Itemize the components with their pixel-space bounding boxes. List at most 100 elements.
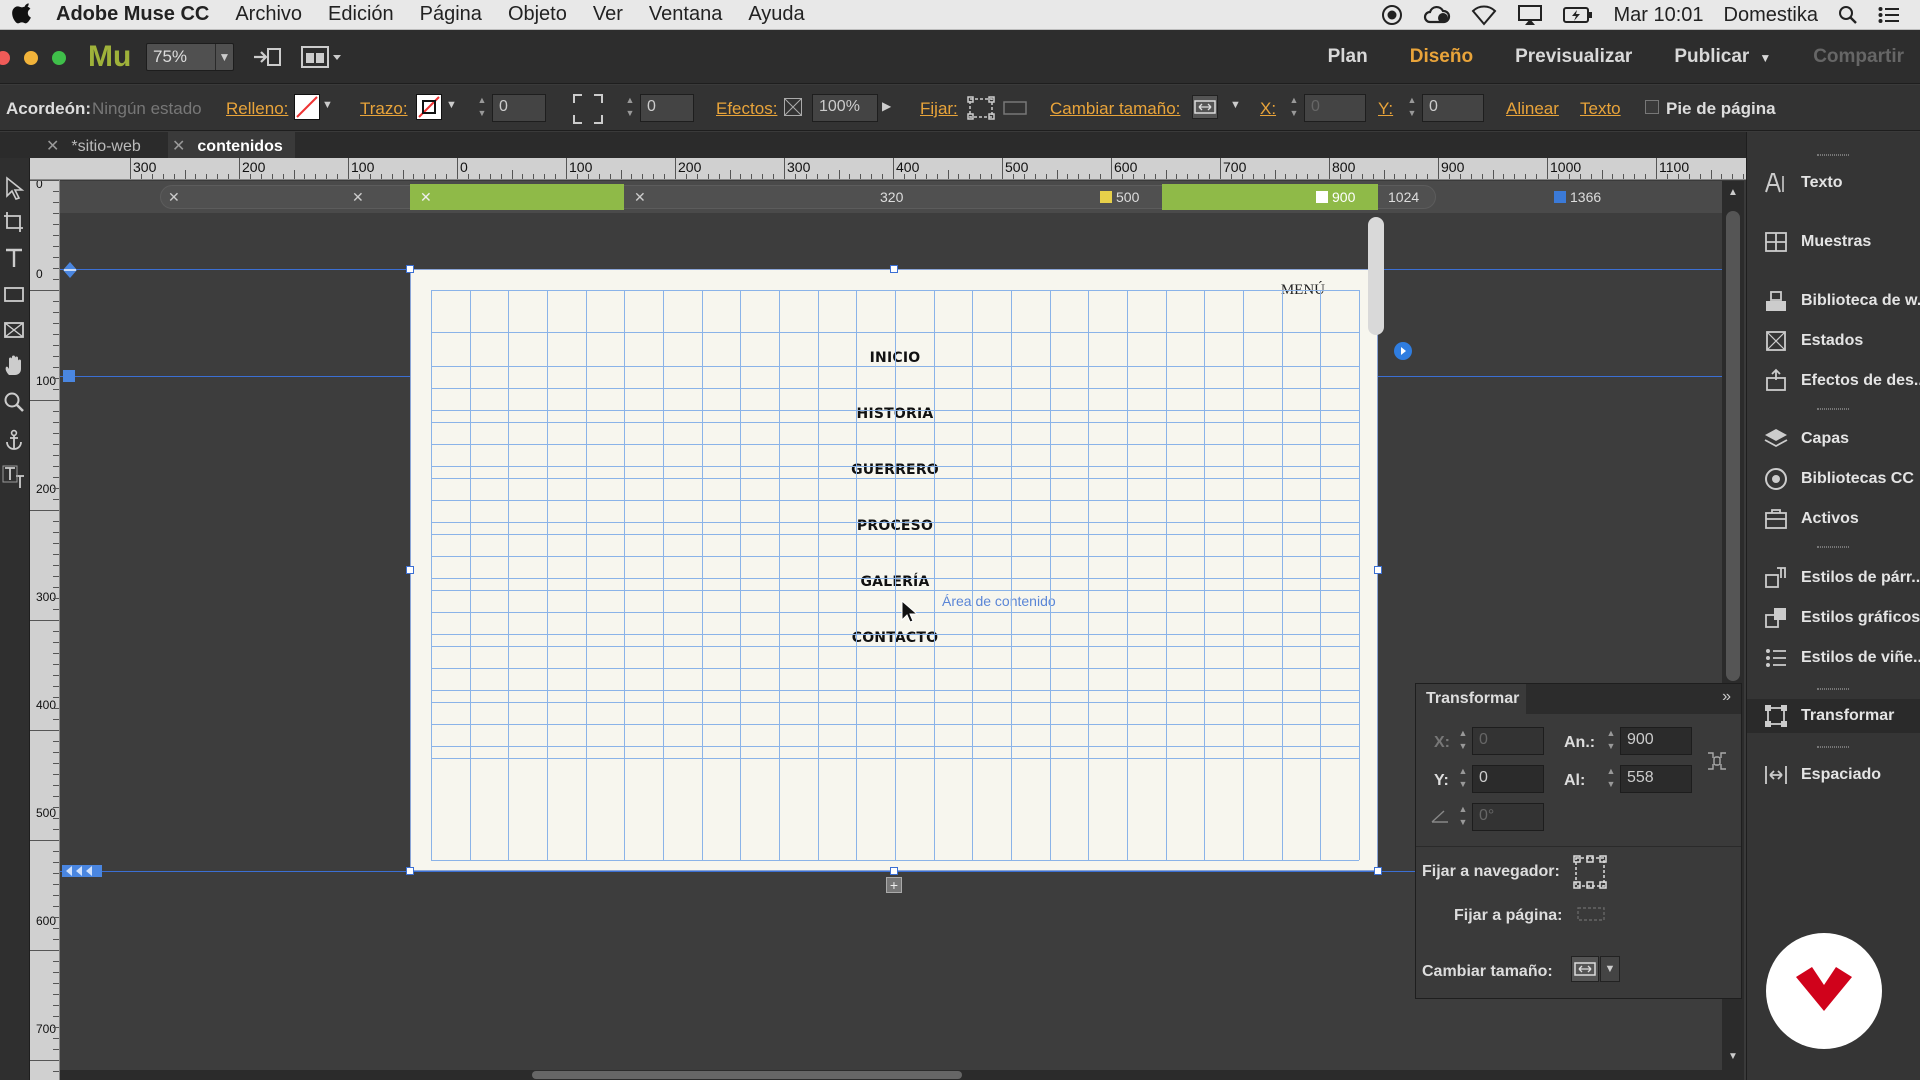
transform-rotation-input[interactable]: 0°	[1472, 803, 1544, 831]
footer-checkbox[interactable]	[1645, 100, 1659, 114]
pin-label[interactable]: Fijar:	[920, 99, 958, 119]
transform-x-input[interactable]: 0	[1472, 727, 1544, 755]
selection-handle[interactable]	[1374, 566, 1382, 574]
menu-edicion[interactable]: Edición	[328, 3, 394, 26]
close-icon[interactable]: ✕	[634, 189, 646, 206]
dock-item-estilos-graficos[interactable]: Estilos gráficos	[1747, 601, 1920, 635]
user-name[interactable]: Domestika	[1724, 4, 1818, 27]
mode-publish[interactable]: Publicar ▼	[1674, 46, 1771, 68]
selection-handle[interactable]	[406, 867, 414, 875]
text-frame-tool-icon[interactable]	[2, 464, 26, 488]
stroke-label[interactable]: Trazo:	[360, 99, 408, 119]
corner-stepper-icon[interactable]: ▲ ▼	[622, 94, 638, 122]
resize-mode-icon[interactable]	[1571, 956, 1599, 982]
menu-archivo[interactable]: Archivo	[235, 3, 302, 26]
selection-handle[interactable]	[1374, 867, 1382, 875]
text-label[interactable]: Texto	[1580, 99, 1621, 119]
effects-label[interactable]: Efectos:	[716, 99, 777, 119]
vertical-scroll-thumb[interactable]	[1726, 211, 1740, 681]
maximize-window-button[interactable]	[52, 51, 66, 65]
minimize-window-button[interactable]	[24, 51, 38, 65]
pin-page-icon[interactable]	[1002, 95, 1028, 126]
transform-y-input[interactable]: 0	[1472, 765, 1544, 793]
dock-item-muestras[interactable]: Muestras	[1747, 225, 1920, 259]
close-icon[interactable]: ✕	[352, 189, 364, 206]
align-label[interactable]: Alinear	[1506, 99, 1559, 119]
transform-width-input[interactable]: 900	[1620, 727, 1692, 755]
header-guide-handle-icon[interactable]	[62, 262, 78, 283]
tab-contenidos[interactable]: ✕ contenidos	[168, 132, 295, 158]
chevron-down-icon[interactable]: ▼	[1230, 99, 1241, 111]
panel-grip[interactable]	[1817, 546, 1849, 548]
stroke-width-input[interactable]: 0	[492, 94, 546, 122]
breakpoint-320[interactable]: 320	[880, 189, 903, 205]
dock-item-bibliotecas-cc[interactable]: Bibliotecas CC	[1747, 462, 1920, 496]
y-input[interactable]: 0	[1422, 94, 1484, 122]
fill-label[interactable]: Relleno:	[226, 99, 288, 119]
next-breakpoint-icon[interactable]	[1394, 342, 1412, 360]
menu-app-name[interactable]: Adobe Muse CC	[56, 3, 209, 26]
close-icon[interactable]: ✕	[46, 138, 59, 155]
chevron-down-icon[interactable]: ▼	[446, 99, 457, 111]
apple-icon[interactable]	[12, 2, 34, 27]
stroke-swatch[interactable]	[416, 94, 442, 120]
dock-item-texto[interactable]: Texto	[1747, 166, 1920, 200]
rotation-stepper-icon[interactable]: ▲ ▼	[1456, 803, 1470, 831]
close-icon[interactable]: ✕	[168, 189, 180, 206]
place-file-icon[interactable]	[252, 45, 284, 74]
close-window-button[interactable]	[0, 51, 10, 65]
panel-grip[interactable]	[1817, 688, 1849, 690]
transform-height-input[interactable]: 558	[1620, 765, 1692, 793]
fill-swatch[interactable]	[294, 94, 320, 120]
y-stepper-icon[interactable]: ▲ ▼	[1456, 765, 1470, 793]
breakpoint-1366[interactable]: 1366	[1554, 189, 1601, 205]
menu-ventana[interactable]: Ventana	[649, 3, 722, 26]
guide-handle-icon[interactable]	[63, 370, 75, 382]
effects-icon[interactable]	[784, 98, 802, 116]
menu-objeto[interactable]: Objeto	[508, 3, 567, 26]
scroll-up-icon[interactable]: ▲	[1728, 187, 1738, 198]
zoom-select[interactable]: 75% ▼	[146, 43, 234, 71]
dock-item-estilos-parrafo[interactable]: Estilos de párr...	[1747, 561, 1920, 595]
close-icon[interactable]: ✕	[172, 138, 185, 155]
menu-ayuda[interactable]: Ayuda	[748, 3, 804, 26]
airplay-icon[interactable]	[1517, 4, 1543, 26]
dock-item-estilos-vinetas[interactable]: Estilos de viñe...	[1747, 641, 1920, 675]
dock-item-espaciado[interactable]: Espaciado	[1747, 758, 1920, 792]
selection-handle[interactable]	[406, 566, 414, 574]
pin-grid-icon[interactable]	[966, 93, 996, 128]
selection-handle[interactable]	[890, 867, 898, 875]
anchor-tool-icon[interactable]	[2, 428, 26, 452]
mode-plan[interactable]: Plan	[1328, 46, 1368, 68]
stroke-stepper-icon[interactable]: ▲ ▼	[474, 94, 490, 122]
chevron-down-icon[interactable]: ▼	[1600, 956, 1620, 982]
dock-item-activos[interactable]: Activos	[1747, 502, 1920, 536]
collapse-panel-icon[interactable]: »	[1722, 688, 1731, 706]
breakpoint-1024[interactable]: 1024	[1388, 189, 1419, 205]
pin-page-icon[interactable]	[1574, 902, 1608, 931]
x-stepper-icon[interactable]: ▲ ▼	[1286, 94, 1302, 122]
selection-handle[interactable]	[890, 265, 898, 273]
dock-item-capas[interactable]: Capas	[1747, 422, 1920, 456]
y-stepper-icon[interactable]: ▲ ▼	[1404, 94, 1420, 122]
height-stepper-icon[interactable]: ▲ ▼	[1604, 765, 1618, 793]
record-icon[interactable]	[1381, 4, 1403, 26]
rectangle-tool-icon[interactable]	[2, 282, 26, 306]
dock-item-transformar[interactable]: Transformar	[1747, 699, 1920, 733]
tab-sitio-web[interactable]: ✕ *sitio-web	[46, 132, 141, 158]
x-input[interactable]: 0	[1304, 94, 1366, 122]
opacity-input[interactable]: 100%	[812, 94, 878, 122]
pin-browser-icon[interactable]	[1572, 852, 1608, 897]
dock-item-estados[interactable]: Estados	[1747, 324, 1920, 358]
menu-pagina[interactable]: Página	[420, 3, 482, 26]
spotlight-search-icon[interactable]	[1838, 5, 1858, 25]
creative-cloud-icon[interactable]	[1423, 4, 1451, 26]
mode-preview[interactable]: Previsualizar	[1515, 46, 1632, 68]
link-proportions-icon[interactable]	[1706, 748, 1728, 779]
hand-tool-icon[interactable]	[2, 354, 26, 378]
resize-mode-icon[interactable]	[1192, 95, 1218, 119]
panel-grip[interactable]	[1817, 408, 1849, 410]
chevron-down-icon[interactable]: ▼	[322, 99, 333, 111]
mode-share[interactable]: Compartir	[1813, 46, 1904, 68]
width-stepper-icon[interactable]: ▲ ▼	[1604, 727, 1618, 755]
